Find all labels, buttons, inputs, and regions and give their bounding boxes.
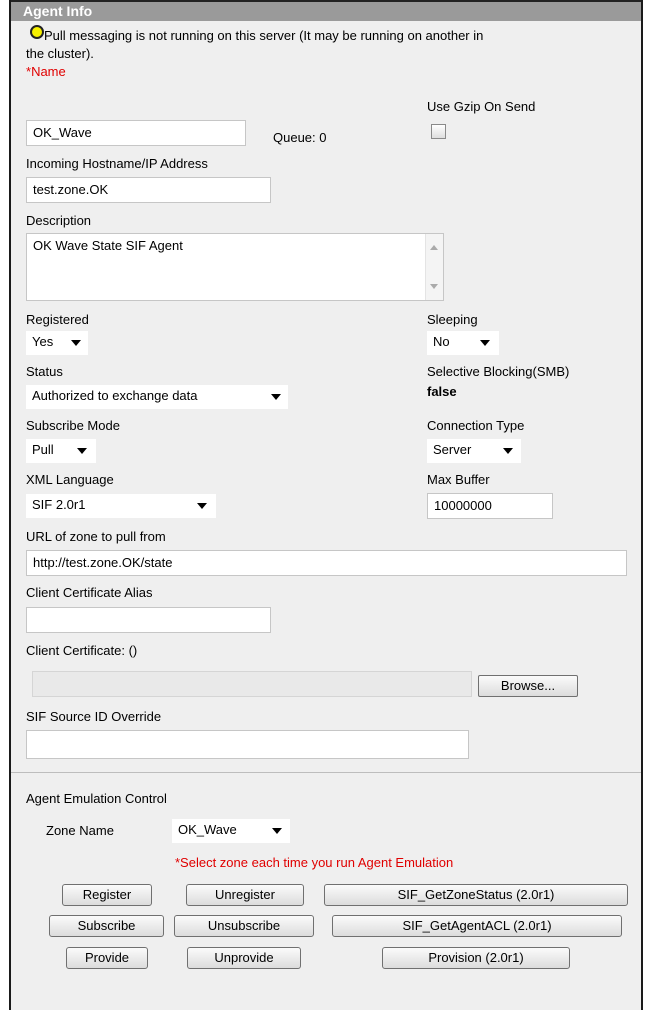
chevron-down-icon xyxy=(197,503,207,509)
gzip-checkbox[interactable] xyxy=(431,124,446,139)
connection-type-value: Server xyxy=(433,442,472,457)
status-bulb-icon xyxy=(30,25,44,39)
emulation-title: Agent Emulation Control xyxy=(26,791,167,806)
unsubscribe-button[interactable]: Unsubscribe xyxy=(174,915,314,937)
panel-header: Agent Info xyxy=(11,0,641,21)
max-buffer-input[interactable]: 10000000 xyxy=(427,493,553,519)
unregister-button[interactable]: Unregister xyxy=(186,884,304,906)
registered-select[interactable]: Yes xyxy=(26,331,88,355)
chevron-down-icon xyxy=(77,448,87,454)
status-select[interactable]: Authorized to exchange data xyxy=(26,385,288,409)
subscribe-mode-value: Pull xyxy=(32,442,54,457)
zone-name-value: OK_Wave xyxy=(178,822,237,837)
sleeping-select[interactable]: No xyxy=(427,331,499,355)
provision-button[interactable]: Provision (2.0r1) xyxy=(382,947,570,969)
cert-alias-label: Client Certificate Alias xyxy=(26,585,153,600)
browse-button[interactable]: Browse... xyxy=(478,675,578,697)
zone-name-label: Zone Name xyxy=(46,823,114,838)
smb-value: false xyxy=(427,384,457,399)
subscribe-mode-select[interactable]: Pull xyxy=(26,439,96,463)
connection-type-label: Connection Type xyxy=(427,418,525,433)
zone-select-notice: *Select zone each time you run Agent Emu… xyxy=(175,855,454,870)
agent-info-panel: Agent Info Pull messaging is not running… xyxy=(9,0,643,1010)
connection-type-select[interactable]: Server xyxy=(427,439,521,463)
smb-label: Selective Blocking(SMB) xyxy=(427,364,570,379)
client-cert-file-field[interactable] xyxy=(32,671,472,697)
hostname-input[interactable]: test.zone.OK xyxy=(26,177,271,203)
section-divider xyxy=(11,772,641,773)
zone-name-select[interactable]: OK_Wave xyxy=(172,819,290,843)
sleeping-value: No xyxy=(433,334,450,349)
subscribe-mode-label: Subscribe Mode xyxy=(26,418,120,433)
queue-label: Queue: 0 xyxy=(273,130,327,145)
registered-value: Yes xyxy=(32,334,54,349)
name-input[interactable]: OK_Wave xyxy=(26,120,246,146)
sleeping-label: Sleeping xyxy=(427,312,478,327)
status-label: Status xyxy=(26,364,63,379)
chevron-down-icon xyxy=(503,448,513,454)
chevron-down-icon xyxy=(272,828,282,834)
status-value: Authorized to exchange data xyxy=(32,388,198,403)
panel-title: Agent Info xyxy=(23,3,93,19)
description-text: OK Wave State SIF Agent xyxy=(33,238,183,253)
client-cert-label: Client Certificate: () xyxy=(26,643,138,658)
name-label: *Name xyxy=(26,64,66,79)
get-zone-status-button[interactable]: SIF_GetZoneStatus (2.0r1) xyxy=(324,884,628,906)
status-message-line1: Pull messaging is not running on this se… xyxy=(44,28,484,43)
register-button[interactable]: Register xyxy=(62,884,152,906)
pull-url-label: URL of zone to pull from xyxy=(26,529,166,544)
source-id-label: SIF Source ID Override xyxy=(26,709,162,724)
chevron-down-icon xyxy=(71,340,81,346)
chevron-down-icon xyxy=(271,394,281,400)
provide-button[interactable]: Provide xyxy=(66,947,148,969)
scroll-up-icon[interactable] xyxy=(430,245,438,250)
description-textarea[interactable]: OK Wave State SIF Agent xyxy=(26,233,444,301)
chevron-down-icon xyxy=(480,340,490,346)
source-id-input[interactable] xyxy=(26,730,469,759)
unprovide-button[interactable]: Unprovide xyxy=(187,947,301,969)
subscribe-button[interactable]: Subscribe xyxy=(49,915,164,937)
description-scrollbar[interactable] xyxy=(425,234,443,300)
xml-language-value: SIF 2.0r1 xyxy=(32,497,86,512)
status-message-line2: the cluster). xyxy=(26,46,94,61)
cert-alias-input[interactable] xyxy=(26,607,271,633)
max-buffer-label: Max Buffer xyxy=(427,472,490,487)
xml-language-label: XML Language xyxy=(26,472,114,487)
xml-language-select[interactable]: SIF 2.0r1 xyxy=(26,494,216,518)
pull-url-input[interactable]: http://test.zone.OK/state xyxy=(26,550,627,576)
get-agent-acl-button[interactable]: SIF_GetAgentACL (2.0r1) xyxy=(332,915,622,937)
gzip-label: Use Gzip On Send xyxy=(427,99,536,114)
scroll-down-icon[interactable] xyxy=(430,284,438,289)
hostname-label: Incoming Hostname/IP Address xyxy=(26,156,208,171)
registered-label: Registered xyxy=(26,312,89,327)
description-label: Description xyxy=(26,213,92,228)
